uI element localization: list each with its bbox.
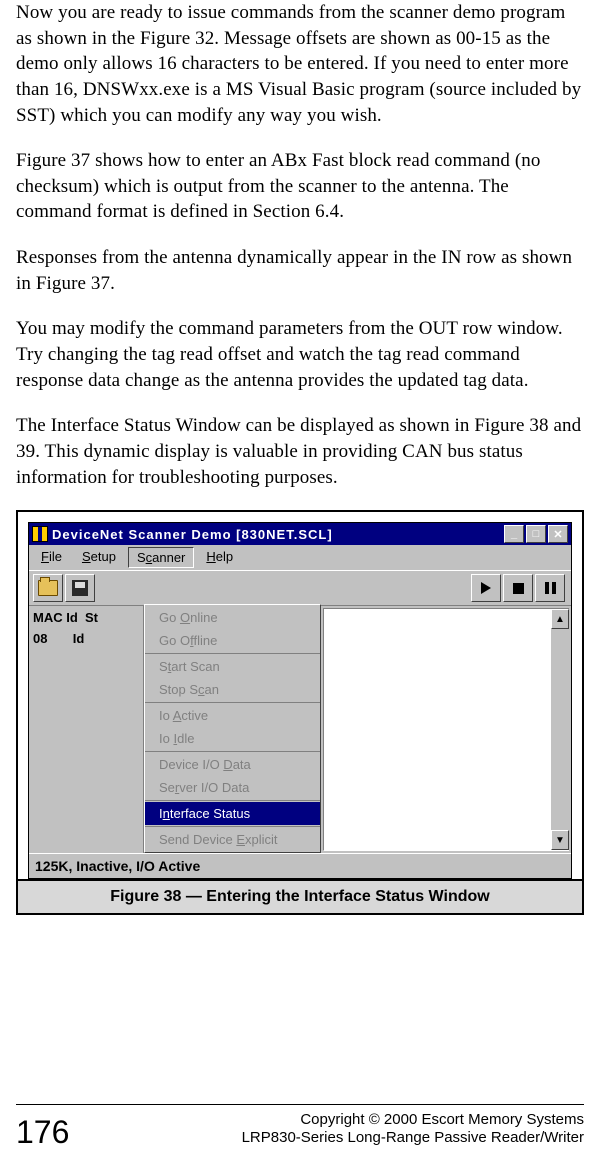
footer: 176 Copyright © 2000 Escort Memory Syste…: [16, 1104, 584, 1149]
scanner-menu: Go Online Go Offline Start Scan Stop Sca…: [144, 604, 321, 853]
content-pane: ▲ ▼: [323, 608, 569, 851]
minimize-button[interactable]: _: [504, 525, 524, 543]
val-mac: 08: [33, 631, 47, 646]
app-icon: [32, 526, 48, 542]
menu-io-idle[interactable]: Io Idle: [145, 727, 320, 750]
pause-button[interactable]: [535, 574, 565, 602]
val-st: Id: [73, 631, 85, 646]
play-button[interactable]: [471, 574, 501, 602]
menu-go-online[interactable]: Go Online: [145, 606, 320, 629]
menu-io-active[interactable]: Io Active: [145, 704, 320, 727]
menu-stop-scan[interactable]: Stop Scan: [145, 678, 320, 701]
stop-button[interactable]: [503, 574, 533, 602]
figure-38: DeviceNet Scanner Demo [830NET.SCL] _ □ …: [16, 510, 584, 915]
menu-setup[interactable]: Setup: [74, 547, 124, 568]
save-icon: [72, 580, 88, 596]
menu-server-io-data[interactable]: Server I/O Data: [145, 776, 320, 799]
menu-start-scan[interactable]: Start Scan: [145, 655, 320, 678]
copyright-line2: LRP830-Series Long-Range Passive Reader/…: [242, 1129, 584, 1146]
devicenet-window: DeviceNet Scanner Demo [830NET.SCL] _ □ …: [28, 522, 572, 879]
paragraph-4: You may modify the command parameters fr…: [16, 316, 584, 393]
open-button[interactable]: [33, 574, 63, 602]
maximize-button[interactable]: □: [526, 525, 546, 543]
scroll-down-button[interactable]: ▼: [551, 830, 569, 850]
menu-scanner[interactable]: Scanner: [128, 547, 194, 568]
copyright-line1: Copyright © 2000 Escort Memory Systems: [300, 1111, 584, 1128]
page-number: 176: [16, 1116, 69, 1148]
toolbar: [29, 570, 571, 606]
menu-help[interactable]: Help: [198, 547, 241, 568]
menu-device-io-data[interactable]: Device I/O Data: [145, 753, 320, 776]
header-row: MAC Id St: [33, 608, 139, 627]
close-button[interactable]: ✕: [548, 525, 568, 543]
menu-interface-status[interactable]: Interface Status: [145, 802, 320, 825]
paragraph-3: Responses from the antenna dynamically a…: [16, 245, 584, 296]
paragraph-1: Now you are ready to issue commands from…: [16, 0, 584, 128]
left-column: MAC Id St 08 Id: [29, 606, 144, 853]
pause-icon: [545, 582, 556, 594]
menu-file[interactable]: File: [33, 547, 70, 568]
scroll-up-button[interactable]: ▲: [551, 609, 569, 629]
save-button[interactable]: [65, 574, 95, 602]
col-mac-id: MAC Id: [33, 610, 78, 625]
data-row[interactable]: 08 Id: [33, 627, 139, 650]
open-icon: [38, 580, 58, 596]
copyright: Copyright © 2000 Escort Memory Systems L…: [69, 1111, 584, 1149]
col-st: St: [85, 610, 98, 625]
paragraph-2: Figure 37 shows how to enter an ABx Fast…: [16, 148, 584, 225]
body-text: Now you are ready to issue commands from…: [16, 0, 584, 490]
window-title: DeviceNet Scanner Demo [830NET.SCL]: [52, 527, 504, 542]
figure-caption: Figure 38 — Entering the Interface Statu…: [18, 879, 582, 913]
stop-icon: [513, 583, 524, 594]
menubar: File Setup Scanner Help: [29, 545, 571, 570]
scrollbar[interactable]: ▲ ▼: [551, 609, 569, 850]
statusbar: 125K, Inactive, I/O Active: [29, 853, 571, 878]
play-icon: [481, 582, 491, 594]
paragraph-5: The Interface Status Window can be displ…: [16, 413, 584, 490]
menu-go-offline[interactable]: Go Offline: [145, 629, 320, 652]
menu-send-device-explicit[interactable]: Send Device Explicit: [145, 828, 320, 851]
titlebar[interactable]: DeviceNet Scanner Demo [830NET.SCL] _ □ …: [29, 523, 571, 545]
